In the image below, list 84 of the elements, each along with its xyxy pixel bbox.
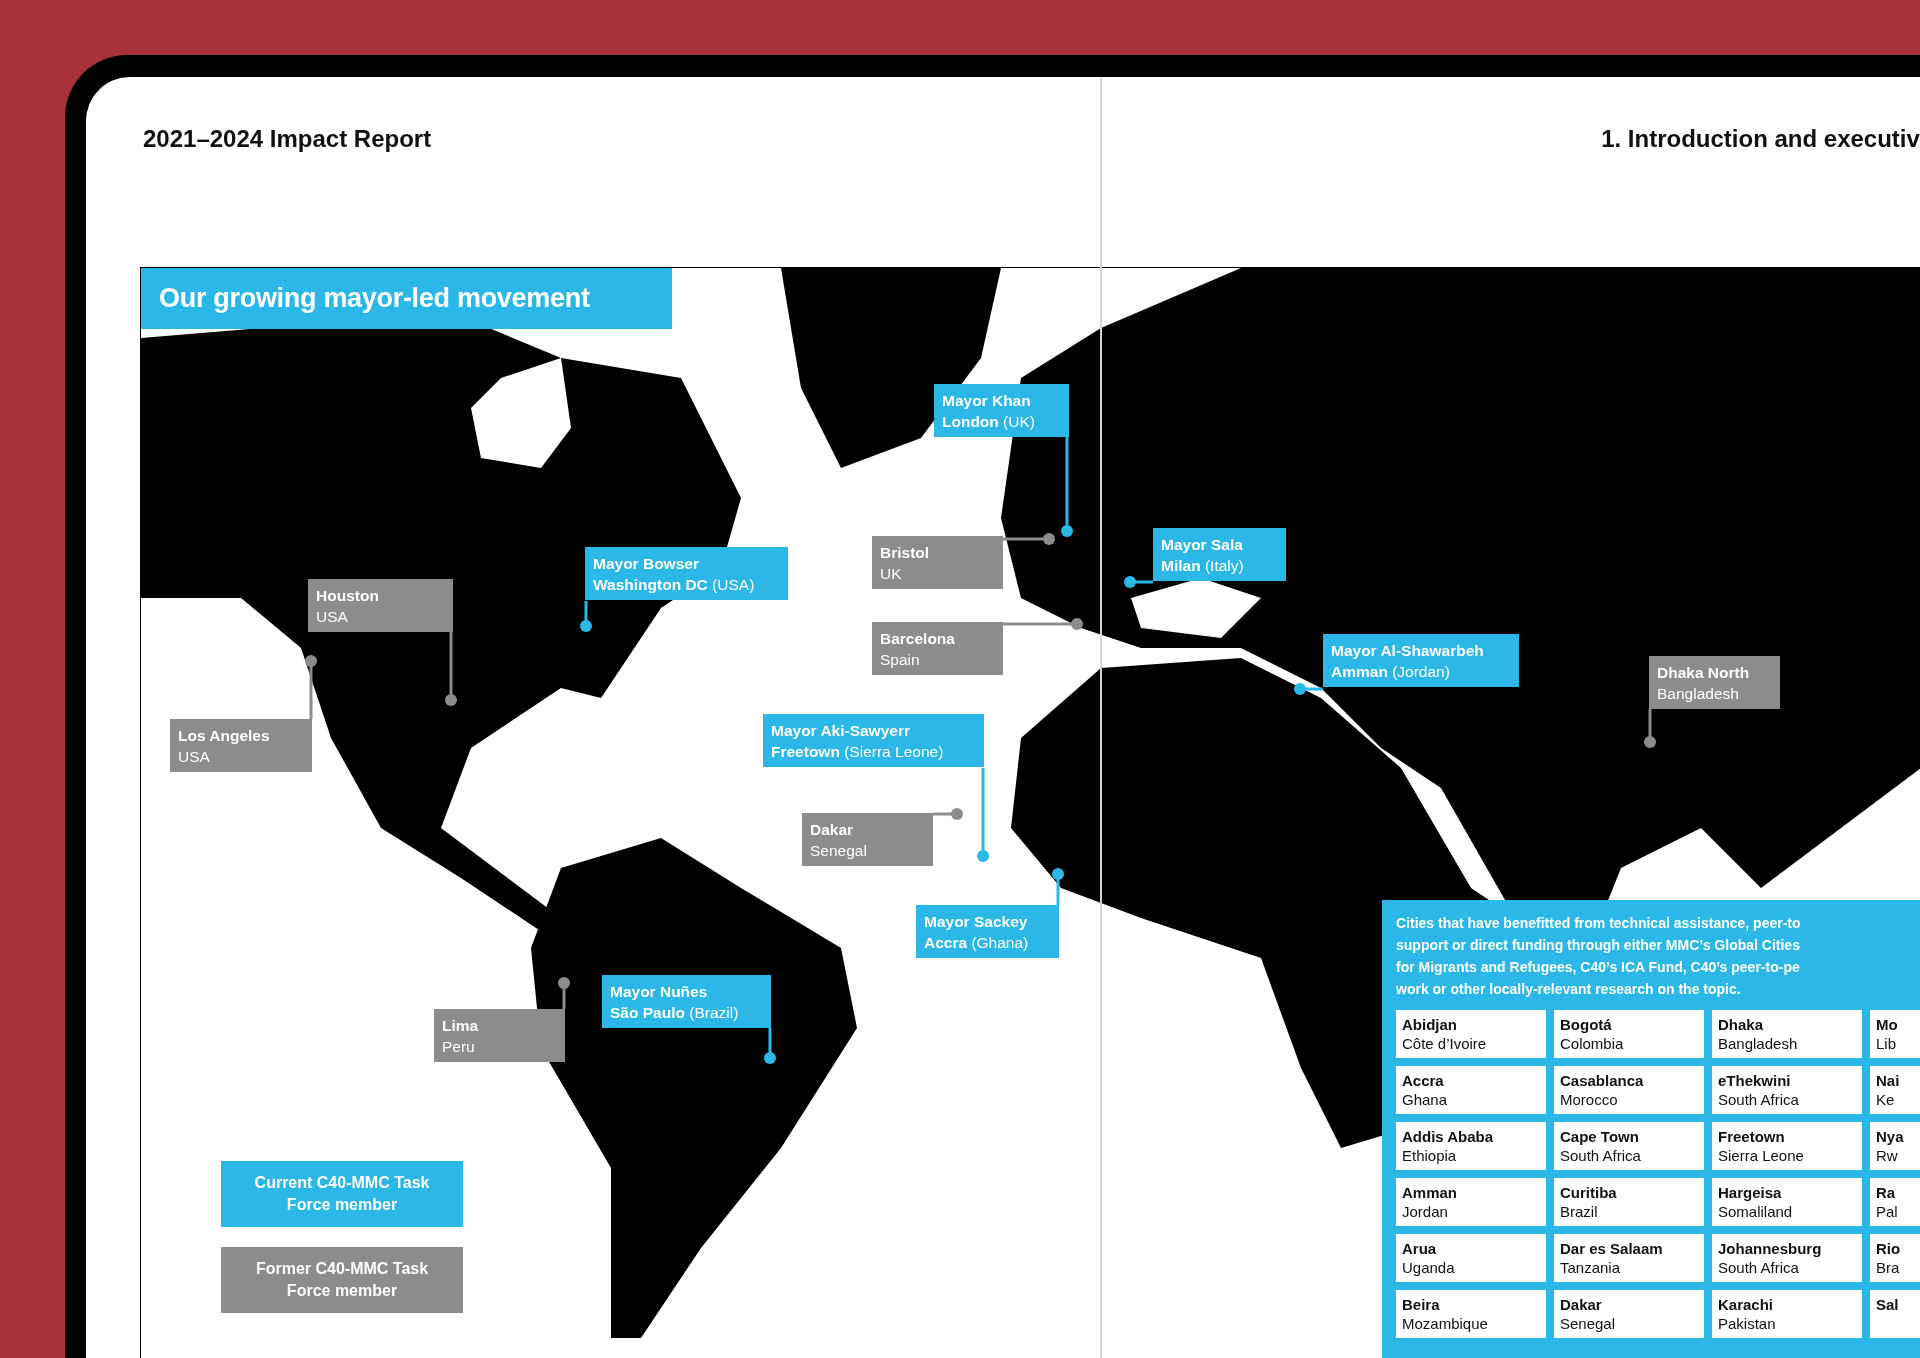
city-name: Arua: [1402, 1239, 1438, 1258]
city-name: Dhaka: [1718, 1015, 1765, 1034]
panel-description: work or other locally-relevant research on the topic.: [1396, 980, 1742, 999]
label-subtitle: Peru: [442, 1037, 476, 1057]
panel-description: for Migrants and Refugees, C40’s ICA Fund, C40’s peer-to-pe: [1396, 958, 1801, 977]
city-name: Abidjan: [1402, 1015, 1458, 1034]
country-name: Rw: [1876, 1146, 1899, 1165]
city-name: Casablanca: [1560, 1071, 1645, 1090]
label-subtitle: USA: [316, 607, 349, 627]
city-name: Beira: [1402, 1295, 1441, 1314]
city-name: Addis Ababa: [1402, 1127, 1495, 1146]
city-name: Cape Town: [1560, 1127, 1640, 1146]
country-name: Sierra Leone: [1718, 1146, 1805, 1165]
city-name: Mo: [1876, 1015, 1899, 1034]
label-title: Mayor Bowser: [593, 554, 700, 574]
city-name: Dar es Salaam: [1560, 1239, 1664, 1258]
city-name: Bogotá: [1560, 1015, 1613, 1034]
label-title: Mayor Nuñes: [610, 982, 709, 1002]
country-name: Tanzania: [1560, 1258, 1622, 1277]
map-title: Our growing mayor-led movement: [141, 268, 672, 329]
label-subtitle: Washington DC (USA): [593, 575, 756, 595]
country-name: South Africa: [1560, 1146, 1642, 1165]
city-name: Ra: [1876, 1183, 1897, 1202]
label-title: Lima: [442, 1016, 480, 1036]
label-subtitle: Amman (Jordan): [1331, 662, 1451, 682]
city-name: Dakar: [1560, 1295, 1603, 1314]
label-subtitle: Senegal: [810, 841, 868, 861]
country-name: Ke: [1876, 1090, 1896, 1109]
legend-item: Former C40-MMC Task Force member: [221, 1247, 463, 1313]
label-subtitle: São Paulo (Brazil): [610, 1003, 740, 1023]
label-title: Mayor Aki-Sawyerr: [771, 721, 911, 741]
city-name: Nya: [1876, 1127, 1905, 1146]
section-title: 1. Introduction and executiv: [1601, 125, 1920, 154]
label-title: Mayor Khan: [942, 391, 1032, 411]
country-name: Uganda: [1402, 1258, 1456, 1277]
country-name: Somaliland: [1718, 1202, 1794, 1221]
panel-description: support or direct funding through either MMC’s Global Cities: [1396, 936, 1801, 955]
country-name: Côte d’Ivoire: [1402, 1034, 1488, 1053]
country-name: Ethiopia: [1402, 1146, 1458, 1165]
city-name: Amman: [1402, 1183, 1458, 1202]
label-subtitle: USA: [178, 747, 211, 767]
city-name: Nai: [1876, 1071, 1901, 1090]
country-name: Lib: [1876, 1034, 1898, 1053]
label-title: Dhaka North: [1657, 663, 1751, 683]
label-title: Dakar: [810, 820, 855, 840]
label-subtitle: Spain: [880, 650, 921, 670]
country-name: Jordan: [1402, 1202, 1449, 1221]
city-name: Johannesburg: [1718, 1239, 1823, 1258]
label-title: Barcelona: [880, 629, 956, 649]
city-name: eThekwini: [1718, 1071, 1792, 1090]
country-name: Bangladesh: [1718, 1034, 1799, 1053]
label-title: Los Angeles: [178, 726, 271, 746]
country-name: Ghana: [1402, 1090, 1449, 1109]
country-name: Pal: [1876, 1202, 1899, 1221]
country-name: Bra: [1876, 1258, 1901, 1277]
label-subtitle: Milan (Italy): [1161, 556, 1245, 576]
country-name: South Africa: [1718, 1258, 1800, 1277]
country-name: Brazil: [1560, 1202, 1599, 1221]
country-name: Morocco: [1560, 1090, 1619, 1109]
panel-description: Cities that have benefitted from technical assistance, peer-to: [1396, 914, 1802, 933]
label-subtitle: London (UK): [942, 412, 1036, 432]
city-name: Accra: [1402, 1071, 1445, 1090]
city-name: Karachi: [1718, 1295, 1775, 1314]
city-name: Rio: [1876, 1239, 1902, 1258]
city-name: Freetown: [1718, 1127, 1786, 1146]
country-name: South Africa: [1718, 1090, 1800, 1109]
country-name: Pakistan: [1718, 1314, 1777, 1333]
label-title: Houston: [316, 586, 380, 606]
label-title: Bristol: [880, 543, 931, 563]
label-title: Mayor Sackey: [924, 912, 1029, 932]
country-name: Senegal: [1560, 1314, 1617, 1333]
city-name: Curitiba: [1560, 1183, 1618, 1202]
label-subtitle: Bangladesh: [1657, 684, 1740, 704]
label-subtitle: Freetown (Sierra Leone): [771, 742, 945, 762]
city-name: Hargeisa: [1718, 1183, 1783, 1202]
label-title: Mayor Sala: [1161, 535, 1244, 555]
legend-item: Current C40-MMC Task Force member: [221, 1161, 463, 1227]
city-name: Sal: [1876, 1295, 1900, 1314]
label-subtitle: UK: [880, 564, 903, 584]
country-name: Colombia: [1560, 1034, 1625, 1053]
report-title: 2021–2024 Impact Report: [143, 125, 432, 154]
label-subtitle: Accra (Ghana): [924, 933, 1030, 953]
label-title: Mayor Al-Shawarbeh: [1331, 641, 1485, 661]
country-name: Mozambique: [1402, 1314, 1489, 1333]
